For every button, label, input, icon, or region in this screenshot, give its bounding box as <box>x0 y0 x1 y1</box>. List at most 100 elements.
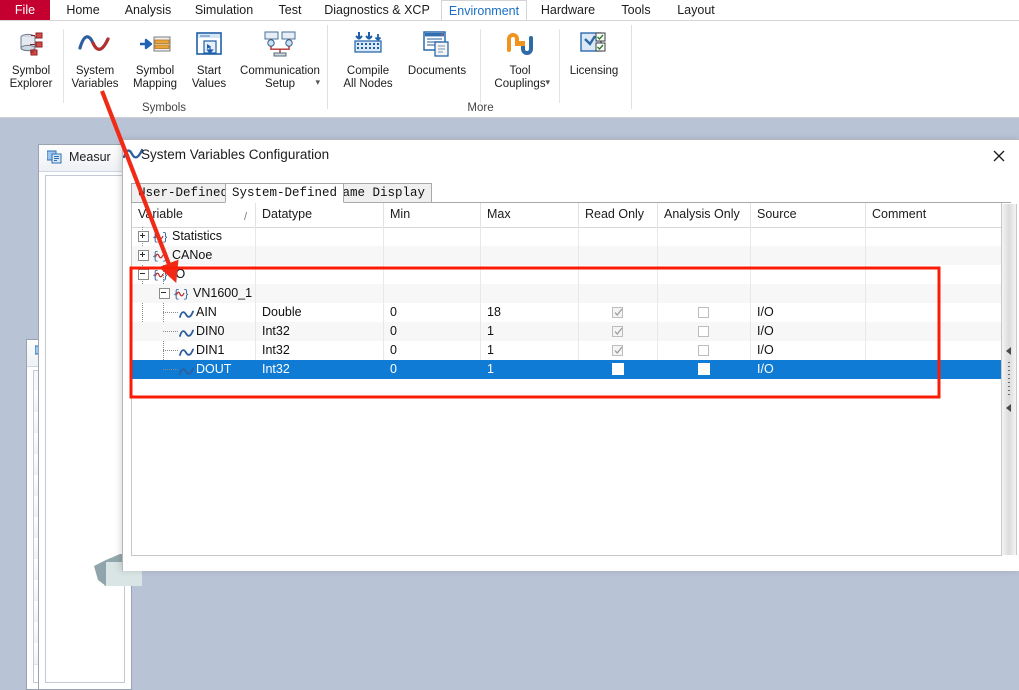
close-icon[interactable] <box>984 144 1014 168</box>
menu-item-environment[interactable]: Environment <box>441 0 527 22</box>
start-values-icon <box>186 25 232 63</box>
ribbon-separator <box>480 29 481 103</box>
ribbon-button-compile-all-nodes[interactable]: Compile All Nodes <box>337 25 399 91</box>
analysis-only-checkbox[interactable] <box>698 363 710 375</box>
background-window-titlebar[interactable]: Measur <box>39 145 131 172</box>
column-header-variable[interactable]: Variable / <box>132 203 256 227</box>
sysvar-icon <box>179 345 194 360</box>
cell-max <box>481 265 579 284</box>
cell-min: 0 <box>384 303 481 322</box>
read-only-checkbox[interactable] <box>612 326 623 337</box>
ribbon-button-label: System Variables <box>71 65 119 90</box>
cell-min <box>384 284 481 303</box>
read-only-checkbox[interactable] <box>612 345 623 356</box>
ribbon-button-system-variables[interactable]: System Variables <box>66 25 124 91</box>
cell-comment <box>866 265 1001 284</box>
menu-item-analysis[interactable]: Analysis <box>116 0 180 21</box>
menu-item-home[interactable]: Home <box>56 0 110 21</box>
cell-read-only <box>579 265 658 284</box>
chevron-down-icon[interactable]: ▾ <box>545 77 550 88</box>
cell-variable: { } Statistics <box>132 227 256 246</box>
cell-source: I/O <box>751 303 866 322</box>
column-header-source[interactable]: Source <box>751 203 866 227</box>
table-row[interactable]: { } VN1600_1 <box>132 284 1001 303</box>
table-row[interactable]: { } Statistics <box>132 227 1001 246</box>
analysis-only-checkbox[interactable] <box>698 345 709 356</box>
ribbon-button-licensing[interactable]: Licensing <box>563 25 625 78</box>
cell-variable: AIN <box>132 303 256 322</box>
cell-min <box>384 246 481 265</box>
ribbon-button-documents[interactable]: Documents <box>401 25 473 78</box>
namespace-icon: { } <box>152 249 169 265</box>
cell-analysis-only <box>658 341 751 360</box>
column-header-min[interactable]: Min <box>384 203 481 227</box>
menu-item-file[interactable]: File <box>0 0 50 21</box>
cell-min: 0 <box>384 360 481 379</box>
tab-system-defined[interactable]: System-Defined <box>225 183 345 203</box>
ribbon-button-symbol-mapping[interactable]: Symbol Mapping <box>126 25 184 91</box>
tree-expander-icon[interactable] <box>138 250 149 261</box>
tree-wire <box>163 350 179 351</box>
menu-item-hardware[interactable]: Hardware <box>532 0 604 21</box>
menu-item-tools[interactable]: Tools <box>610 0 662 21</box>
analysis-only-checkbox[interactable] <box>698 307 709 318</box>
system-variables-icon <box>66 25 124 63</box>
cell-comment <box>866 284 1001 303</box>
background-window-measurement-setup[interactable]: Measur <box>38 144 142 690</box>
table-row[interactable]: DOUT Int32 0 1 I/O <box>132 360 1001 379</box>
cell-max: 1 <box>481 360 579 379</box>
column-header-max[interactable]: Max <box>481 203 579 227</box>
column-header-datatype[interactable]: Datatype <box>256 203 384 227</box>
cell-variable: DIN0 <box>132 322 256 341</box>
dialog-titlebar[interactable]: System Variables Configuration <box>122 140 1019 171</box>
ribbon-button-communication-setup[interactable]: Communication Setup ▾ <box>234 25 326 91</box>
dialog-title: System Variables Configuration <box>141 147 330 162</box>
splitter-grip[interactable] <box>1008 362 1010 398</box>
ribbon: File Home Analysis Simulation Test Diagn… <box>0 0 1019 118</box>
table-row[interactable]: { } IO <box>132 265 1001 284</box>
read-only-checkbox[interactable] <box>612 307 623 318</box>
tree-expander-icon[interactable] <box>138 231 149 242</box>
vertical-splitter[interactable] <box>1001 204 1017 555</box>
cell-max: 1 <box>481 341 579 360</box>
splitter-arrow-up-icon[interactable] <box>1006 347 1011 355</box>
ribbon-button-symbol-explorer[interactable]: Symbol Explorer <box>2 25 60 91</box>
analysis-only-checkbox[interactable] <box>698 326 709 337</box>
table-row[interactable]: DIN0 Int32 0 1 I/O <box>132 322 1001 341</box>
cell-analysis-only <box>658 360 751 379</box>
menu-item-layout[interactable]: Layout <box>668 0 724 21</box>
cell-variable: { } VN1600_1 <box>132 284 256 303</box>
column-header-analysis-only[interactable]: Analysis Only <box>658 203 751 227</box>
read-only-checkbox[interactable] <box>612 363 624 375</box>
menu-item-simulation[interactable]: Simulation <box>185 0 263 21</box>
ribbon-separator <box>559 29 560 103</box>
dialog-body: User-Defined System-Defined Name Display… <box>123 171 1019 571</box>
sort-indicator-icon[interactable]: / <box>244 206 247 227</box>
ribbon-button-tool-couplings[interactable]: Tool Couplings ▾ <box>484 25 556 91</box>
cell-min: 0 <box>384 341 481 360</box>
menu-item-test[interactable]: Test <box>268 0 312 21</box>
tab-user-defined[interactable]: User-Defined <box>131 183 236 203</box>
table-row[interactable]: DIN1 Int32 0 1 I/O <box>132 341 1001 360</box>
variable-name: CANoe <box>172 248 213 262</box>
cell-analysis-only <box>658 227 751 246</box>
tree-expander-icon[interactable] <box>159 288 170 299</box>
cell-read-only <box>579 246 658 265</box>
cell-max <box>481 284 579 303</box>
table-row[interactable]: { } CANoe <box>132 246 1001 265</box>
tree-expander-icon[interactable] <box>138 269 149 280</box>
chevron-down-icon[interactable]: ▾ <box>315 77 320 88</box>
table-row[interactable]: AIN Double 0 18 I/O <box>132 303 1001 322</box>
cell-max: 18 <box>481 303 579 322</box>
namespace-icon: { } <box>152 230 169 246</box>
splitter-arrow-down-icon[interactable] <box>1006 404 1011 412</box>
cell-datatype: Double <box>256 303 384 322</box>
cell-datatype: Int32 <box>256 322 384 341</box>
ribbon-button-start-values[interactable]: Start Values <box>186 25 232 91</box>
background-window-title: Measur <box>69 150 111 164</box>
menu-item-diagnostics[interactable]: Diagnostics & XCP <box>315 0 439 21</box>
ribbon-group-label-more: More <box>467 102 494 114</box>
ribbon-group-divider <box>631 25 632 109</box>
column-header-read-only[interactable]: Read Only <box>579 203 658 227</box>
column-header-comment[interactable]: Comment <box>866 203 1001 227</box>
